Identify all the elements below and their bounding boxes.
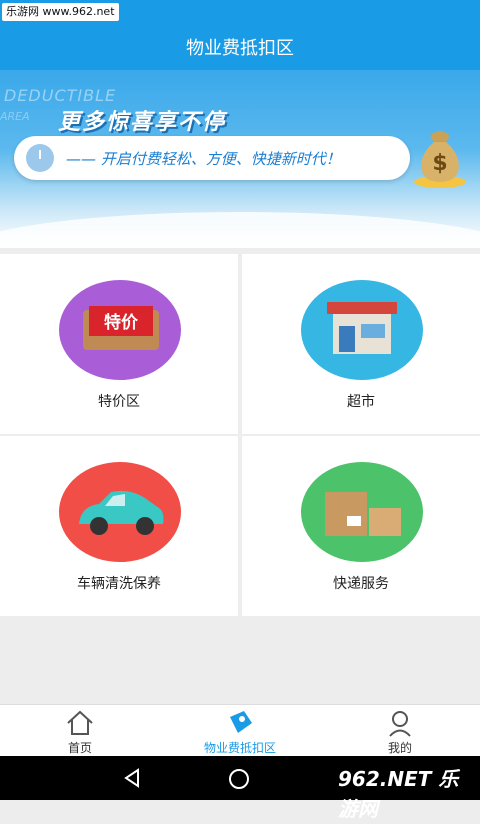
tab-home[interactable]: 首页 [0,705,160,757]
car-icon [59,462,181,562]
grid-item-label: 超市 [347,394,375,410]
grid-item-car-wash[interactable]: 车辆清洗保养 [0,436,238,616]
user-icon [389,711,411,737]
coupon-icon [230,711,252,733]
tab-label: 首页 [67,741,92,755]
status-bar: 乐游网 www.962.net [0,0,480,24]
store-icon [301,280,423,380]
special-offer-icon: 特价 [59,280,181,380]
package-icon [301,462,423,562]
tab-mine[interactable]: 我的 [320,705,480,757]
home-circle-icon[interactable] [228,768,250,790]
home-icon [67,710,93,735]
grid-item-special[interactable]: 特价 特价区 [0,254,238,434]
watermark: 乐游网 www.962.net [2,3,119,21]
banner-slogan: 更多惊喜享不停 [58,110,227,135]
money-bag-icon: $ [414,131,466,188]
grid-item-label: 特价区 [98,394,140,410]
svg-text:$: $ [432,151,447,176]
promo-banner[interactable]: DEDUCTIBLE AREA 更多惊喜享不停 —— 开启付费轻松、方便、快捷新… [0,70,480,248]
service-grid: 特价 特价区 超市 车辆清洗保养 快递服务 [0,254,480,616]
banner-wave [0,212,480,248]
banner-subtitle-pill: —— 开启付费轻松、方便、快捷新时代！ [14,136,410,180]
banner-subtitle: —— 开启付费轻松、方便、快捷新时代！ [66,150,341,168]
tab-deduction[interactable]: 物业费抵扣区 [160,705,320,757]
special-offer-icon-text: 特价 [104,312,139,333]
system-nav-bar: 962.NET 乐游网 [0,756,480,821]
clock-icon [26,144,54,172]
page-title: 物业费抵扣区 [0,24,480,72]
tab-label: 我的 [387,741,412,755]
grid-item-express[interactable]: 快递服务 [242,436,480,616]
back-icon[interactable] [122,768,142,788]
tab-bar: 首页 物业费抵扣区 我的 [0,704,480,757]
tab-label: 物业费抵扣区 [203,741,276,755]
banner-bg-text: DEDUCTIBLE [4,86,117,105]
grid-item-supermarket[interactable]: 超市 [242,254,480,434]
grid-item-label: 车辆清洗保养 [77,576,161,592]
grid-item-label: 快递服务 [333,576,389,592]
watermark-logo: 962.NET 乐游网 [338,767,459,821]
banner-bg-text-2: AREA [0,110,30,123]
